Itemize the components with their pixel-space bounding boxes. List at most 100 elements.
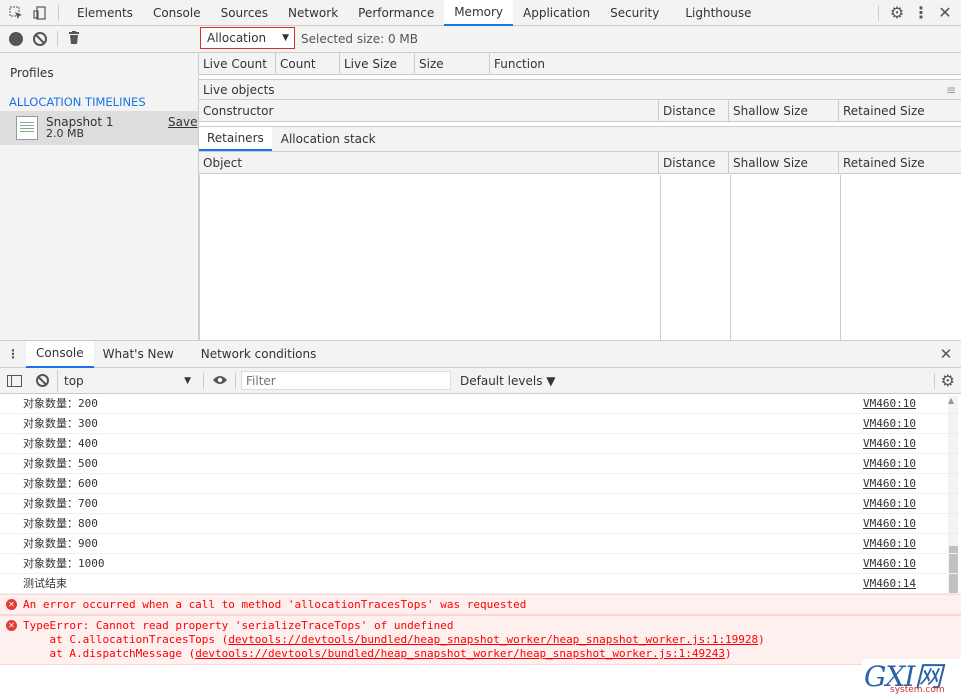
constructor-grid-header: Constructor Distance Shallow Size Retain… [199, 100, 961, 122]
console-log-message: 对象数量：300 VM460:10 [0, 414, 961, 434]
log-source-link[interactable]: VM460:10 [863, 394, 916, 413]
tab-network[interactable]: Network [278, 0, 348, 26]
stack-frame-link[interactable]: devtools://devtools/bundled/heap_snapsho… [195, 647, 725, 660]
profile-type-dropdown[interactable]: Allocation ▼ [200, 27, 295, 49]
col-live-count[interactable]: Live Count [199, 53, 276, 74]
close-drawer-icon[interactable]: ✕ [931, 345, 961, 363]
drawer-tab-network-conditions[interactable]: Network conditions [191, 347, 327, 361]
console-log-message: 对象数量：600 VM460:10 [0, 474, 961, 494]
col-function[interactable]: Function [490, 53, 961, 74]
save-snapshot-link[interactable]: Save [168, 115, 197, 129]
stack-frame-text: at C.allocationTracesTops ( [23, 633, 229, 646]
settings-gear-icon[interactable]: ⚙ [885, 1, 909, 25]
col-live-size[interactable]: Live Size [340, 53, 415, 74]
console-error-message: ✕ TypeError: Cannot read property 'seria… [0, 615, 961, 665]
snapshot-item[interactable]: Snapshot 1 2.0 MB Save [0, 111, 198, 145]
context-selector[interactable]: top ▼ [57, 369, 197, 392]
allocation-timelines-heading: ALLOCATION TIMELINES [9, 95, 146, 109]
live-expression-eye-icon[interactable] [210, 374, 230, 388]
tab-elements[interactable]: Elements [67, 0, 143, 26]
prompt-chevron-icon: › [8, 666, 14, 670]
tab-retainers[interactable]: Retainers [199, 127, 272, 151]
console-filter-input[interactable] [241, 371, 451, 390]
log-levels-dropdown[interactable]: Default levels ▼ [460, 374, 556, 388]
log-source-link[interactable]: VM460:10 [863, 554, 916, 573]
context-dropdown-icon: ▼ [184, 375, 191, 386]
inspect-element-icon[interactable] [4, 1, 28, 25]
log-source-link[interactable]: VM460:10 [863, 454, 916, 473]
console-log-message: 对象数量：1000 VM460:10 [0, 554, 961, 574]
log-text: 对象数量：300 [23, 417, 98, 430]
col-distance[interactable]: Distance [659, 100, 729, 121]
stack-frame-link[interactable]: devtools://devtools/bundled/heap_snapsho… [228, 633, 758, 646]
col-shallow-size[interactable]: Shallow Size [729, 152, 839, 173]
clear-console-icon[interactable] [36, 374, 49, 387]
console-messages: ▲ 对象数量：200 VM460:10 对象数量：300 VM460:10 对象数量：4… [0, 394, 961, 670]
record-icon[interactable] [9, 32, 23, 46]
tab-allocation-stack[interactable]: Allocation stack [272, 127, 385, 151]
live-objects-header: Live objects ≡ [199, 80, 961, 100]
live-objects-title: Live objects [203, 83, 275, 97]
tab-security[interactable]: Security [600, 0, 669, 26]
profiles-sidebar: Profiles ALLOCATION TIMELINES Snapshot 1… [0, 53, 199, 340]
console-log-message: 对象数量：200 VM460:10 [0, 394, 961, 414]
close-devtools-icon[interactable]: ✕ [933, 1, 957, 25]
console-log-message: 对象数量：900 VM460:10 [0, 534, 961, 554]
tab-console[interactable]: Console [143, 0, 211, 26]
drawer-tab-whats-new[interactable]: What's New [94, 347, 183, 361]
tab-performance[interactable]: Performance [348, 0, 444, 26]
console-log-message: 对象数量：400 VM460:10 [0, 434, 961, 454]
col-count[interactable]: Count [276, 53, 340, 74]
log-source-link[interactable]: VM460:10 [863, 414, 916, 433]
log-source-link[interactable]: VM460:10 [863, 434, 916, 453]
tab-lighthouse[interactable]: Lighthouse [675, 0, 761, 26]
clear-icon[interactable] [33, 32, 47, 46]
watermark-sub: system.com [890, 685, 945, 695]
show-sidebar-icon[interactable] [7, 374, 22, 387]
console-settings-gear-icon[interactable]: ⚙ [941, 371, 955, 390]
log-source-link[interactable]: VM460:10 [863, 534, 916, 553]
trash-icon[interactable] [68, 30, 80, 48]
console-prompt[interactable]: › [0, 665, 961, 670]
col-retained-size[interactable]: Retained Size [839, 100, 961, 121]
drawer-tabbar: ⋮ Console What's New Network conditions … [0, 340, 961, 368]
col-shallow-size[interactable]: Shallow Size [729, 100, 839, 121]
log-text: 测试结束 [23, 577, 67, 590]
tab-memory[interactable]: Memory [444, 0, 514, 26]
col-distance[interactable]: Distance [659, 152, 729, 173]
selected-size: Selected size: 0 MB [301, 32, 418, 46]
stack-frame-close: ) [725, 647, 732, 660]
stack-frame-close: ) [758, 633, 765, 646]
col-constructor[interactable]: Constructor [199, 100, 659, 121]
drawer-menu-icon[interactable]: ⋮ [0, 347, 26, 361]
log-text: 对象数量：1000 [23, 557, 105, 570]
error-icon: ✕ [6, 599, 17, 610]
stack-frame-text: at A.dispatchMessage ( [23, 647, 196, 660]
log-source-link[interactable]: VM460:14 [863, 574, 916, 593]
error-text: TypeError: Cannot read property 'seriali… [23, 619, 454, 632]
more-options-icon[interactable]: ⋮ [909, 1, 933, 25]
device-toolbar-icon[interactable] [28, 1, 52, 25]
console-error-message: ✕ An error occurred when a call to metho… [0, 594, 961, 615]
log-source-link[interactable]: VM460:10 [863, 474, 916, 493]
col-object[interactable]: Object [199, 152, 659, 173]
console-drawer: ⋮ Console What's New Network conditions … [0, 340, 961, 698]
console-log-message: 对象数量：500 VM460:10 [0, 454, 961, 474]
tab-sources[interactable]: Sources [211, 0, 278, 26]
retainers-tabbar: Retainers Allocation stack [199, 127, 961, 152]
col-size[interactable]: Size [415, 53, 490, 74]
log-source-link[interactable]: VM460:10 [863, 514, 916, 533]
tab-application[interactable]: Application [513, 0, 600, 26]
col-retained-size[interactable]: Retained Size [839, 152, 961, 173]
console-log-message: 对象数量：800 VM460:10 [0, 514, 961, 534]
log-text: 对象数量：400 [23, 437, 98, 450]
log-source-link[interactable]: VM460:10 [863, 494, 916, 513]
allocation-view: Live Count Count Live Size Size Function… [199, 53, 961, 340]
snapshot-file-icon [16, 116, 38, 140]
log-text: 对象数量：600 [23, 477, 98, 490]
drawer-tab-console[interactable]: Console [26, 340, 94, 368]
snapshot-size: 2.0 MB [46, 127, 85, 140]
log-text: 对象数量：200 [23, 397, 98, 410]
console-log-message: 对象数量：700 VM460:10 [0, 494, 961, 514]
resize-handle-icon[interactable]: ≡ [946, 80, 956, 100]
